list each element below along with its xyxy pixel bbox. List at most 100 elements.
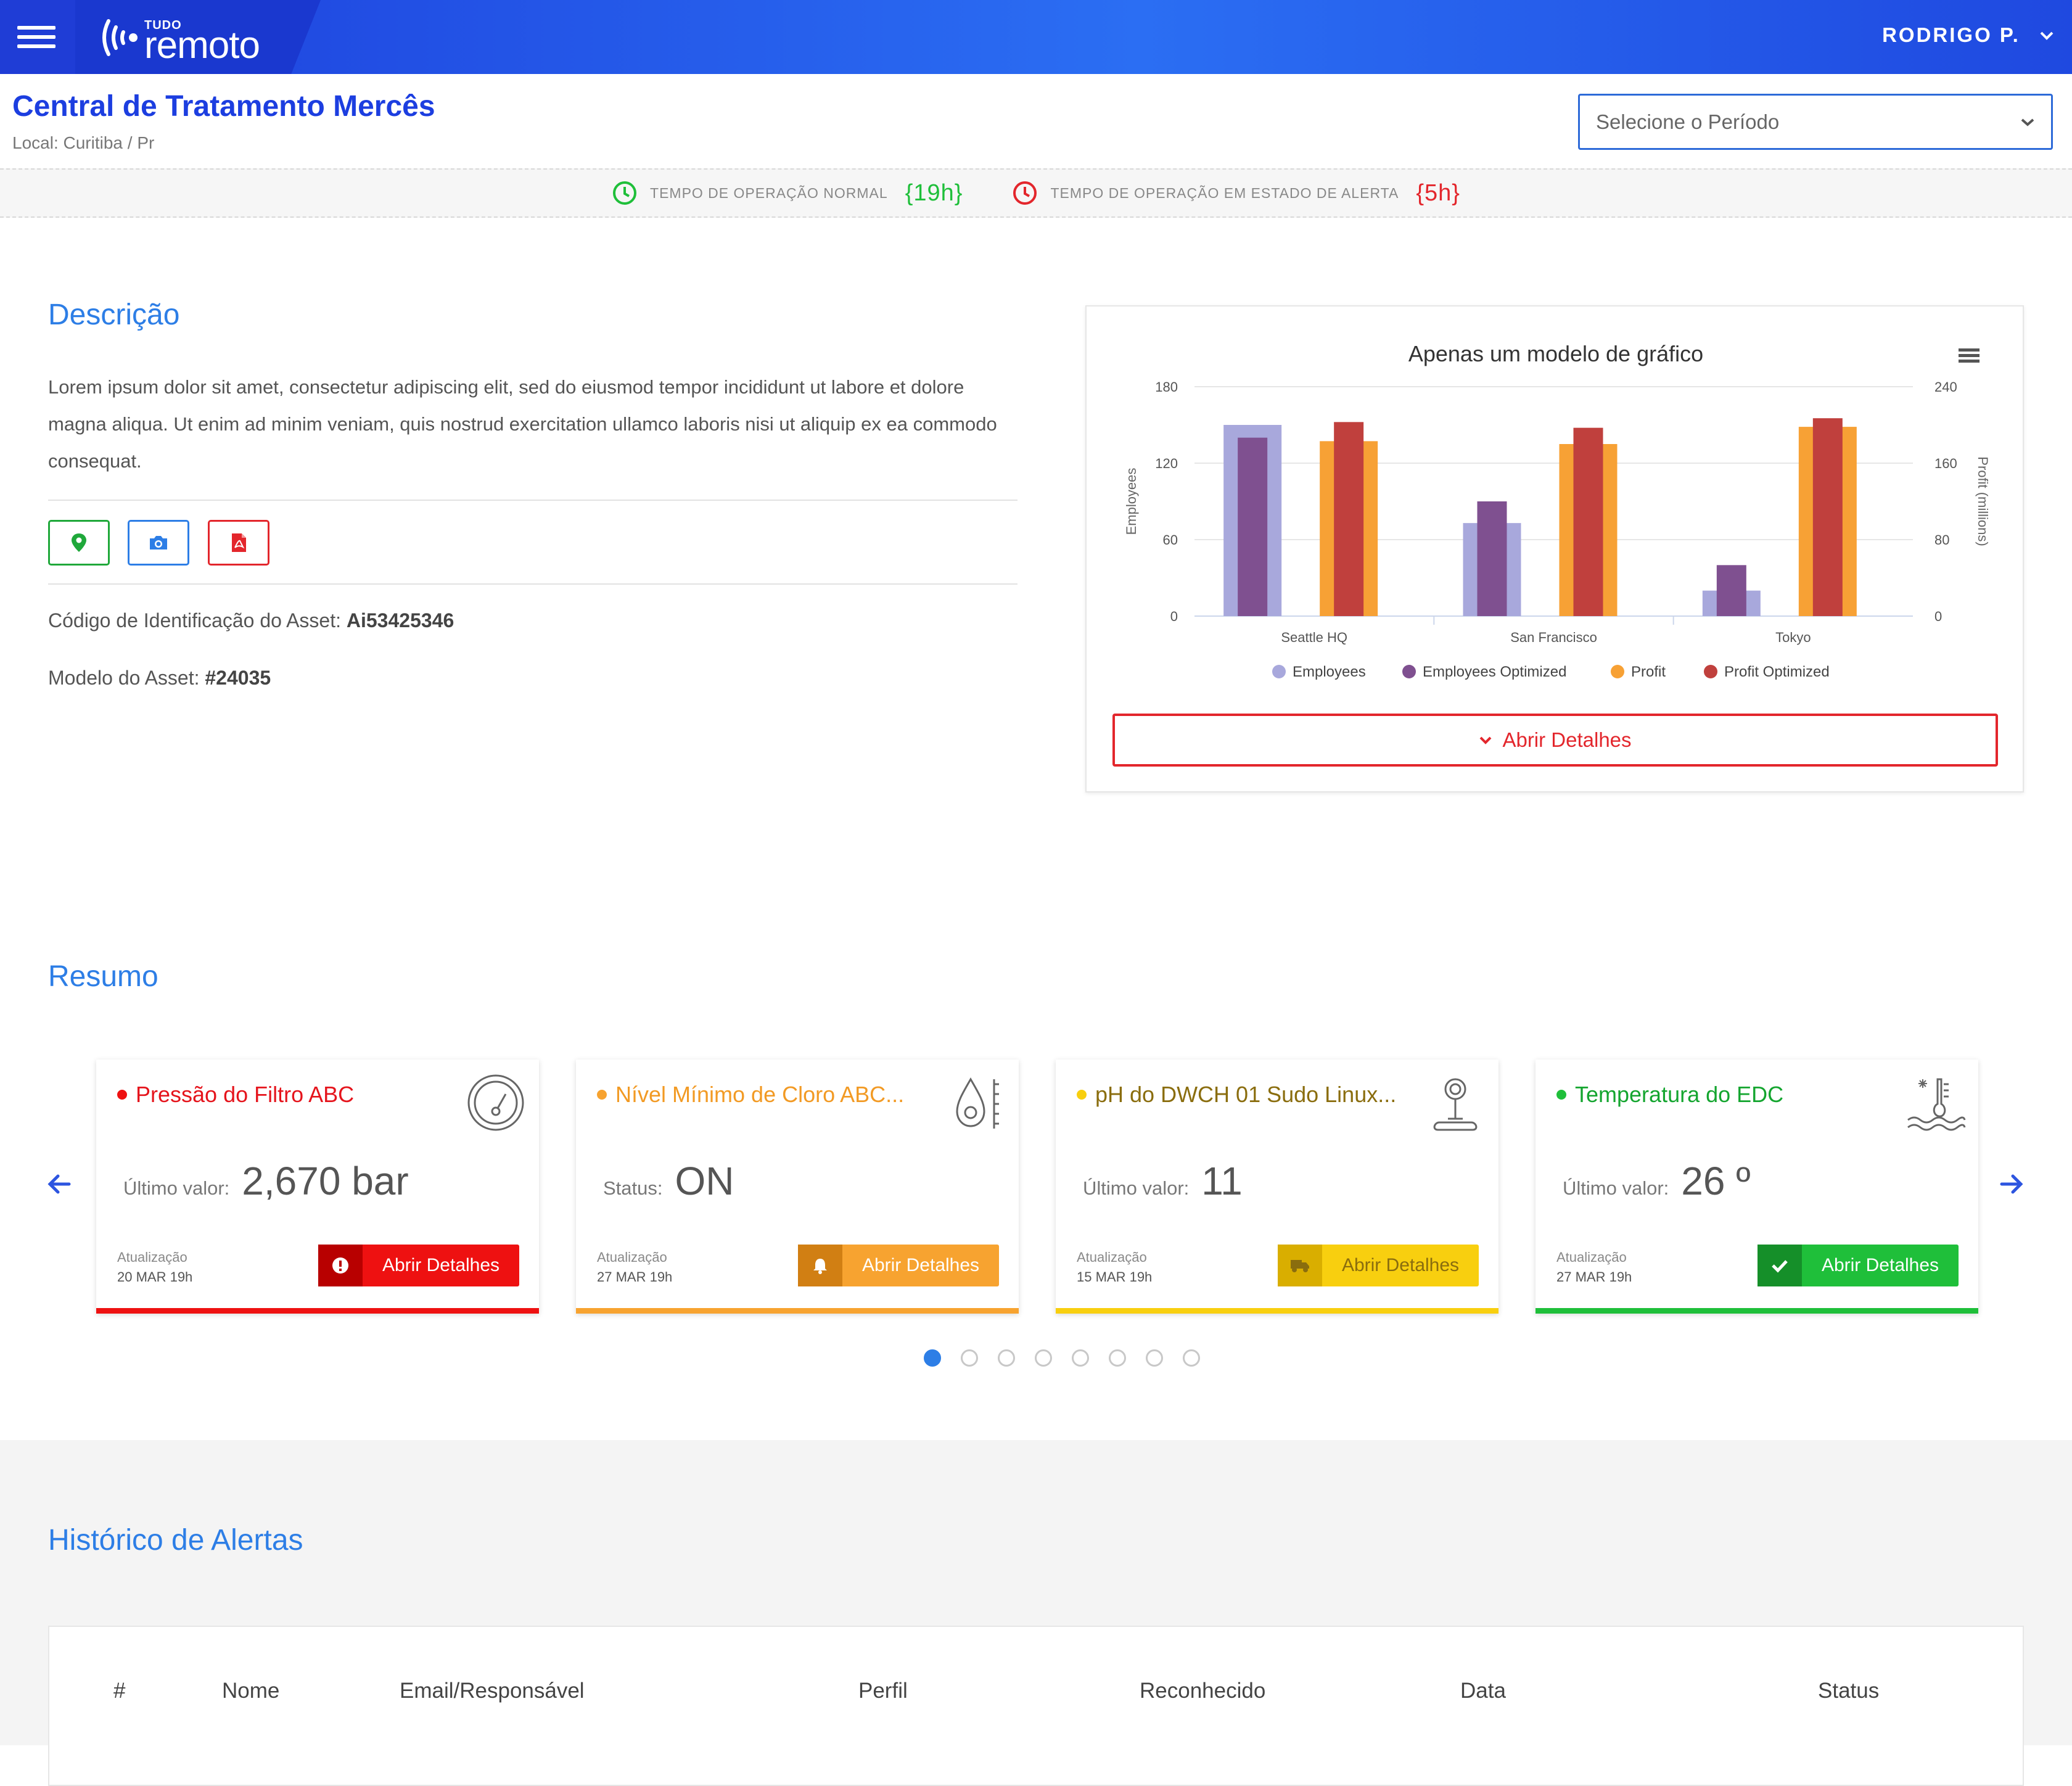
- card-open-details-label: Abrir Detalhes: [861, 1255, 980, 1275]
- legend-label: Employees Optimized: [1423, 664, 1566, 680]
- top-bar: TUDO remoto RODRIGO P.: [0, 0, 2072, 74]
- summary-card: Nível Mínimo de Cloro ABC... Status: ON Atu…: [576, 1060, 1019, 1314]
- chart-open-details-label: Abrir Detalhes: [1502, 728, 1632, 751]
- card-value: Último valor: 2,670 bar: [123, 1158, 409, 1204]
- legend-marker: [1272, 665, 1286, 678]
- card-open-details-button[interactable]: Abrir Detalhes: [318, 1245, 519, 1286]
- column-header-email[interactable]: Email/Responsável: [400, 1679, 585, 1703]
- card-title: Nível Mínimo de Cloro ABC...: [597, 1082, 904, 1108]
- column-header-name[interactable]: Nome: [222, 1679, 279, 1703]
- card-value-label: Último valor:: [1083, 1177, 1190, 1199]
- carousel-dot[interactable]: [1035, 1349, 1052, 1367]
- asset-model-label: Modelo do Asset:: [48, 667, 200, 689]
- divider: [48, 583, 1018, 585]
- card-update-label: Atualização: [117, 1249, 187, 1265]
- bell-icon: [798, 1245, 842, 1286]
- status-dot: [1556, 1090, 1566, 1100]
- card-value-label: Último valor:: [123, 1177, 230, 1199]
- asset-code-label: Código de Identificação do Asset:: [48, 609, 341, 632]
- bar-profit-optimized: [1334, 422, 1364, 616]
- x-tick-label: Tokyo: [1775, 630, 1811, 645]
- card-value: Último valor: 26 º: [1563, 1158, 1751, 1204]
- carousel-dot[interactable]: [1146, 1349, 1163, 1367]
- summary-card: Temperatura do EDC Último valor: 26 º Atual…: [1536, 1060, 1978, 1314]
- card-title: pH do DWCH 01 Sudo Linux...: [1077, 1082, 1396, 1108]
- card-open-details-button[interactable]: Abrir Detalhes: [1278, 1245, 1479, 1286]
- y2-tick-label: 160: [1934, 456, 1957, 471]
- carousel-prev-arrow-icon[interactable]: [44, 1169, 75, 1200]
- clock-icon: [1013, 181, 1037, 205]
- logo-text: remoto: [144, 24, 260, 67]
- signal-logo-icon: [102, 19, 138, 56]
- ph-meter-icon: [1423, 1071, 1487, 1135]
- period-select[interactable]: Selecione o Período: [1578, 94, 2053, 150]
- y2-tick-label: 240: [1934, 379, 1957, 395]
- card-update: Atualização 20 MAR 19h: [117, 1248, 192, 1287]
- location-button[interactable]: [48, 520, 110, 566]
- legend-marker: [1611, 665, 1624, 678]
- column-header-acknowledged[interactable]: Reconhecido: [1140, 1679, 1265, 1703]
- camera-icon: [150, 536, 167, 549]
- asset-model: Modelo do Asset: #24035: [48, 667, 271, 689]
- operation-alert: TEMPO DE OPERAÇÃO EM ESTADO DE ALERTA {5…: [1012, 180, 1460, 207]
- hamburger-menu-icon[interactable]: [17, 26, 56, 48]
- carousel-dot[interactable]: [998, 1349, 1015, 1367]
- operation-alert-label: TEMPO DE OPERAÇÃO EM ESTADO DE ALERTA: [1050, 184, 1399, 201]
- divider: [48, 500, 1018, 501]
- y2-tick-label: 0: [1934, 609, 1942, 624]
- legend-label: Profit: [1631, 664, 1666, 680]
- operation-time-bar: TEMPO DE OPERAÇÃO NORMAL {19h} TEMPO DE …: [0, 168, 2072, 218]
- operation-normal-label: TEMPO DE OPERAÇÃO NORMAL: [650, 184, 888, 201]
- card-update: Atualização 27 MAR 19h: [1556, 1248, 1632, 1287]
- chart-card: Apenas um modelo de gráfico 0 60 120 180 0 80…: [1085, 305, 2024, 792]
- carousel-dot[interactable]: [924, 1349, 941, 1367]
- card-value-number: 11: [1201, 1159, 1243, 1203]
- card-update-label: Atualização: [597, 1249, 667, 1265]
- y-tick-label: 120: [1155, 456, 1178, 471]
- legend-label: Profit Optimized: [1724, 664, 1830, 680]
- operation-alert-value: {5h}: [1416, 179, 1460, 206]
- carousel-pagination: [924, 1349, 1200, 1367]
- bar-profit-optimized: [1812, 418, 1843, 616]
- carousel-dot[interactable]: [1109, 1349, 1126, 1367]
- chart-open-details-button[interactable]: Abrir Detalhes: [1112, 714, 1998, 767]
- y-axis-title: Employees: [1124, 468, 1139, 535]
- description-text: Lorem ipsum dolor sit amet, consectetur …: [48, 376, 997, 472]
- carousel-dot[interactable]: [961, 1349, 978, 1367]
- clock-icon: [613, 181, 637, 205]
- card-update-date: 27 MAR 19h: [597, 1269, 673, 1285]
- alert-icon: [318, 1245, 363, 1286]
- column-header-status[interactable]: Status: [1818, 1679, 1879, 1703]
- column-header-profile[interactable]: Perfil: [858, 1679, 908, 1703]
- legend-label: Employees: [1293, 664, 1366, 680]
- y2-axis-title: Profit (millions): [1975, 456, 1991, 546]
- y2-tick-label: 80: [1934, 532, 1949, 548]
- asset-code: Código de Identificação do Asset: Ai5342…: [48, 609, 454, 632]
- summary-card: Pressão do Filtro ABC Último valor: 2,670 …: [96, 1060, 539, 1314]
- card-value: Último valor: 11: [1083, 1158, 1243, 1204]
- column-header-index[interactable]: #: [113, 1679, 125, 1703]
- status-dot: [117, 1090, 127, 1100]
- summary-card: pH do DWCH 01 Sudo Linux... Último valor:…: [1056, 1060, 1498, 1314]
- user-menu[interactable]: RODRIGO P.: [1882, 23, 2055, 47]
- card-update: Atualização 27 MAR 19h: [597, 1248, 672, 1287]
- photo-button[interactable]: [128, 520, 189, 566]
- operation-normal: TEMPO DE OPERAÇÃO NORMAL {19h}: [612, 180, 963, 207]
- status-dot: [1077, 1090, 1087, 1100]
- card-value-label: Último valor:: [1563, 1177, 1669, 1199]
- card-title-text: pH do DWCH 01 Sudo Linux...: [1095, 1082, 1397, 1107]
- drop-level-icon: [944, 1071, 1008, 1135]
- carousel-dot[interactable]: [1072, 1349, 1089, 1367]
- column-header-date[interactable]: Data: [1460, 1679, 1506, 1703]
- carousel-next-arrow-icon[interactable]: [1996, 1169, 2026, 1200]
- card-open-details-button[interactable]: Abrir Detalhes: [1758, 1245, 1959, 1286]
- pdf-button[interactable]: [208, 520, 269, 566]
- gauge-icon: [464, 1071, 528, 1135]
- history-title: Histórico de Alertas: [48, 1524, 303, 1557]
- card-update-label: Atualização: [1077, 1249, 1147, 1265]
- y-tick-label: 0: [1170, 609, 1178, 624]
- description-title: Descrição: [48, 298, 180, 331]
- carousel-dot[interactable]: [1183, 1349, 1200, 1367]
- card-open-details-button[interactable]: Abrir Detalhes: [798, 1245, 999, 1286]
- card-open-details-label: Abrir Detalhes: [1821, 1255, 1939, 1275]
